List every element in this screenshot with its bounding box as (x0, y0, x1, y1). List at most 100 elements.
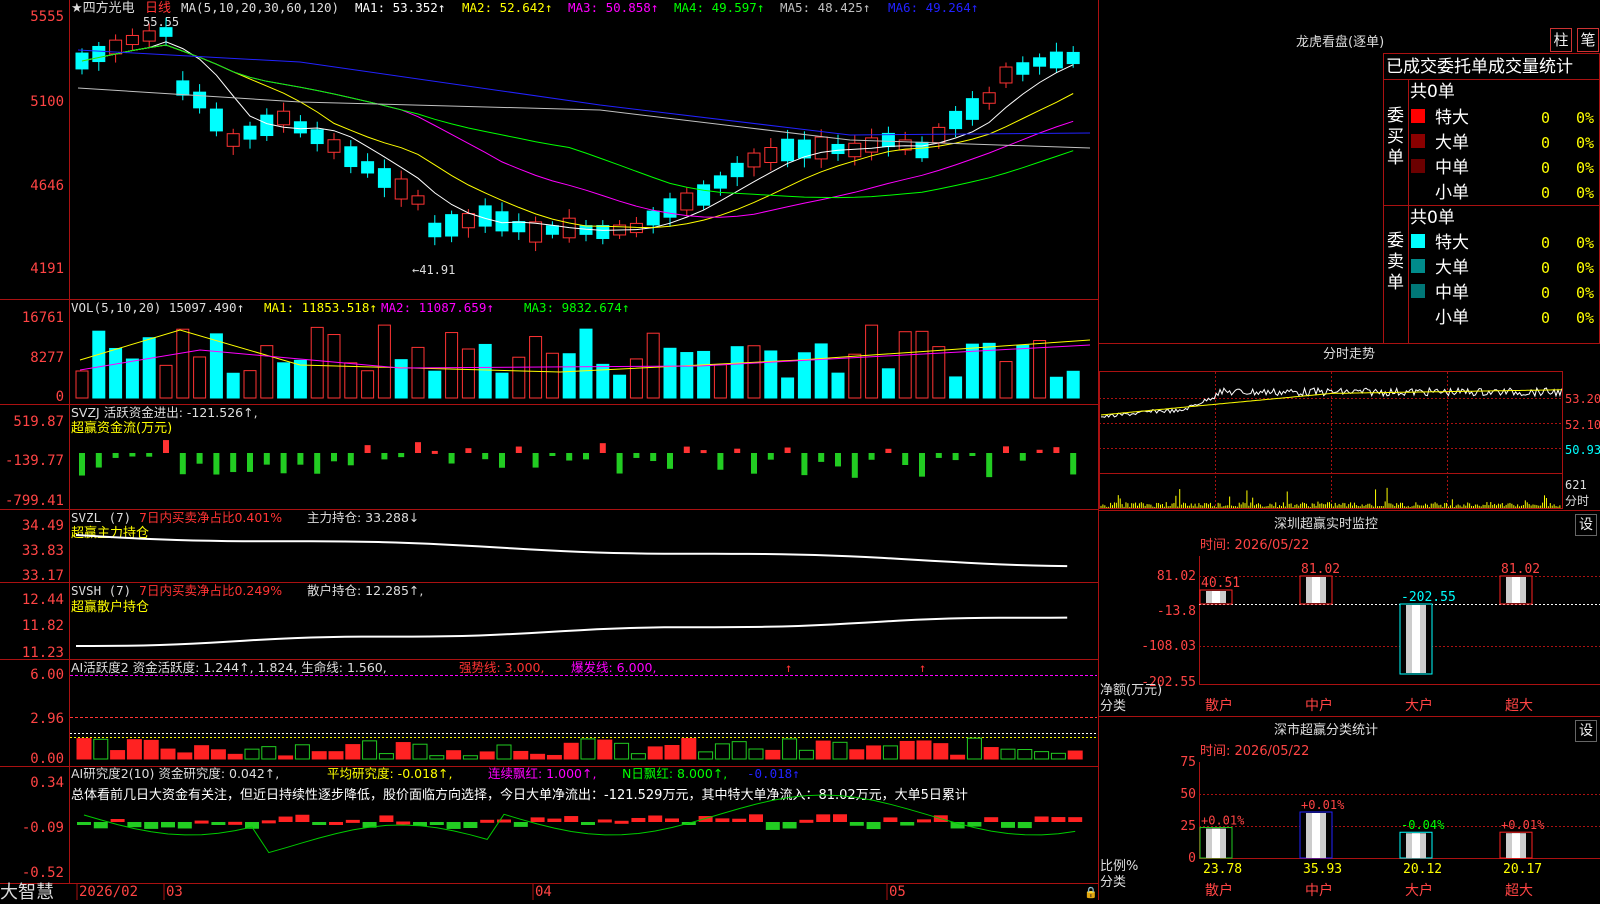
volume-bar (428, 370, 442, 399)
category-label: 中户 (1305, 882, 1333, 899)
volume-bar (176, 328, 190, 399)
sz-monitor-settings-button[interactable]: 设 (1575, 514, 1597, 536)
activity-bar (933, 743, 949, 760)
activity-bar (462, 755, 478, 760)
candle (310, 129, 324, 145)
net-amount-bar-highlight (1512, 577, 1520, 603)
candle (680, 192, 694, 211)
sz-classify-y-tick: 75 (1180, 755, 1196, 770)
intraday-price-tick: 53.20 (1565, 392, 1600, 406)
research-bar (866, 822, 881, 830)
candle (881, 132, 895, 148)
activity-bar (698, 751, 714, 760)
fund-flow-bar (835, 453, 841, 467)
order-count: 0 (1541, 259, 1550, 277)
volume-bar (730, 346, 744, 399)
sell-order-rows: 特大 0 0% 大单 0 0% 中单 0 0% 小单 0 0% (1411, 233, 1594, 328)
fund-flow-bar (599, 443, 606, 453)
candle (394, 178, 408, 200)
candle (848, 142, 862, 158)
sell-order-label: 委卖单 (1387, 231, 1404, 293)
volume-bar (1016, 344, 1030, 399)
category-label: 大户 (1405, 697, 1433, 714)
date-axis: 2026/02 03 04 05 (79, 884, 906, 900)
volume-bar (545, 352, 559, 399)
sz-classify-y-tick: 50 (1180, 787, 1196, 802)
order-percent: 0% (1576, 284, 1594, 302)
volume-bar (915, 330, 929, 399)
volume-bar (713, 364, 727, 399)
tick-view-button[interactable]: 笔 (1577, 28, 1599, 52)
candle (461, 213, 475, 229)
fund-flow-bar (683, 446, 690, 453)
order-size-label: 小单 (1435, 183, 1469, 203)
sz-classify-settings-button[interactable]: 设 (1575, 720, 1597, 742)
ma-header: MA(5,10,20,30,60,120) (181, 0, 339, 15)
activity-bar (782, 738, 798, 760)
intraday-title: 分时走势 (1323, 346, 1375, 362)
activity-bar (849, 749, 865, 760)
stock-chart-canvas[interactable]: ★四方光电 日线 MA(5,10,20,30,60,120) MA1: 53.3… (0, 0, 1600, 900)
activity-bar (177, 752, 193, 760)
ratio-value: 35.93 (1303, 862, 1342, 877)
ma1-value: MA1: 53.352↑ (355, 0, 445, 15)
fund-flow-bar (314, 453, 321, 474)
lock-icon[interactable]: 🔒 (1084, 886, 1098, 899)
research-bar (278, 816, 293, 822)
intraday-volume-bars (1100, 487, 1561, 508)
period-label[interactable]: 日线 (145, 1, 171, 16)
order-count: 0 (1541, 184, 1550, 202)
candle (596, 225, 610, 239)
candle (831, 143, 845, 155)
candle (159, 27, 173, 37)
research-bar (564, 816, 579, 822)
ma3-value: MA3: 50.858↑ (568, 0, 658, 15)
candle (125, 34, 139, 46)
activity-bar (378, 753, 394, 760)
candle (445, 214, 459, 237)
ratio-value: 23.78 (1203, 862, 1242, 877)
fund-flow-bar (767, 453, 774, 460)
fund-flow-bar (146, 453, 153, 457)
volume-bar (932, 346, 946, 399)
bar-view-button[interactable]: 柱 (1550, 28, 1572, 52)
activity-bar (160, 748, 176, 760)
vol-title: VOL(5,10,20) 15097.490↑ (71, 300, 244, 315)
volume-bar (478, 343, 492, 399)
ratio-bar-highlight (1412, 833, 1420, 858)
activity-bar (563, 742, 579, 760)
order-count: 0 (1541, 284, 1550, 302)
research-bar (144, 822, 159, 829)
fund-flow-bar (297, 453, 304, 465)
main-y-tick: 4191 (30, 261, 64, 277)
net-amount-bar-highlight (1412, 605, 1420, 673)
fund-flow-bar (616, 453, 623, 474)
activity-bar (815, 740, 831, 760)
fund-flow-bar (969, 453, 976, 456)
volume-bar (495, 372, 509, 399)
candle (663, 198, 677, 218)
candle (92, 45, 106, 63)
vol-y-tick: 16761 (22, 310, 64, 326)
sz-classify-title: 深市超赢分类统计 (1274, 722, 1378, 738)
research-bar (833, 814, 847, 822)
research-bar (732, 818, 747, 822)
fund-flow-bar (885, 448, 892, 453)
dragon-tiger-title: 龙虎看盘(逐单) (1296, 34, 1384, 50)
fund-flow-bar (515, 446, 522, 453)
activity-bars (76, 737, 1083, 760)
fund-flow-bar (784, 447, 791, 453)
activity-bar (210, 749, 226, 760)
legend-swatch (1411, 109, 1425, 123)
candle (142, 30, 156, 42)
buy-order-label: 委买单 (1387, 106, 1404, 168)
candle (982, 92, 996, 104)
sz-classify-x-label: 分类 (1100, 875, 1126, 890)
volume-bar (310, 326, 324, 399)
sz-monitor-x-label: 分类 (1100, 699, 1126, 714)
category-label: 散户 (1205, 697, 1233, 714)
candle (814, 136, 828, 160)
candle (226, 133, 240, 147)
vertical-label-char: 委 (1387, 106, 1404, 126)
volume-bar (361, 370, 375, 399)
